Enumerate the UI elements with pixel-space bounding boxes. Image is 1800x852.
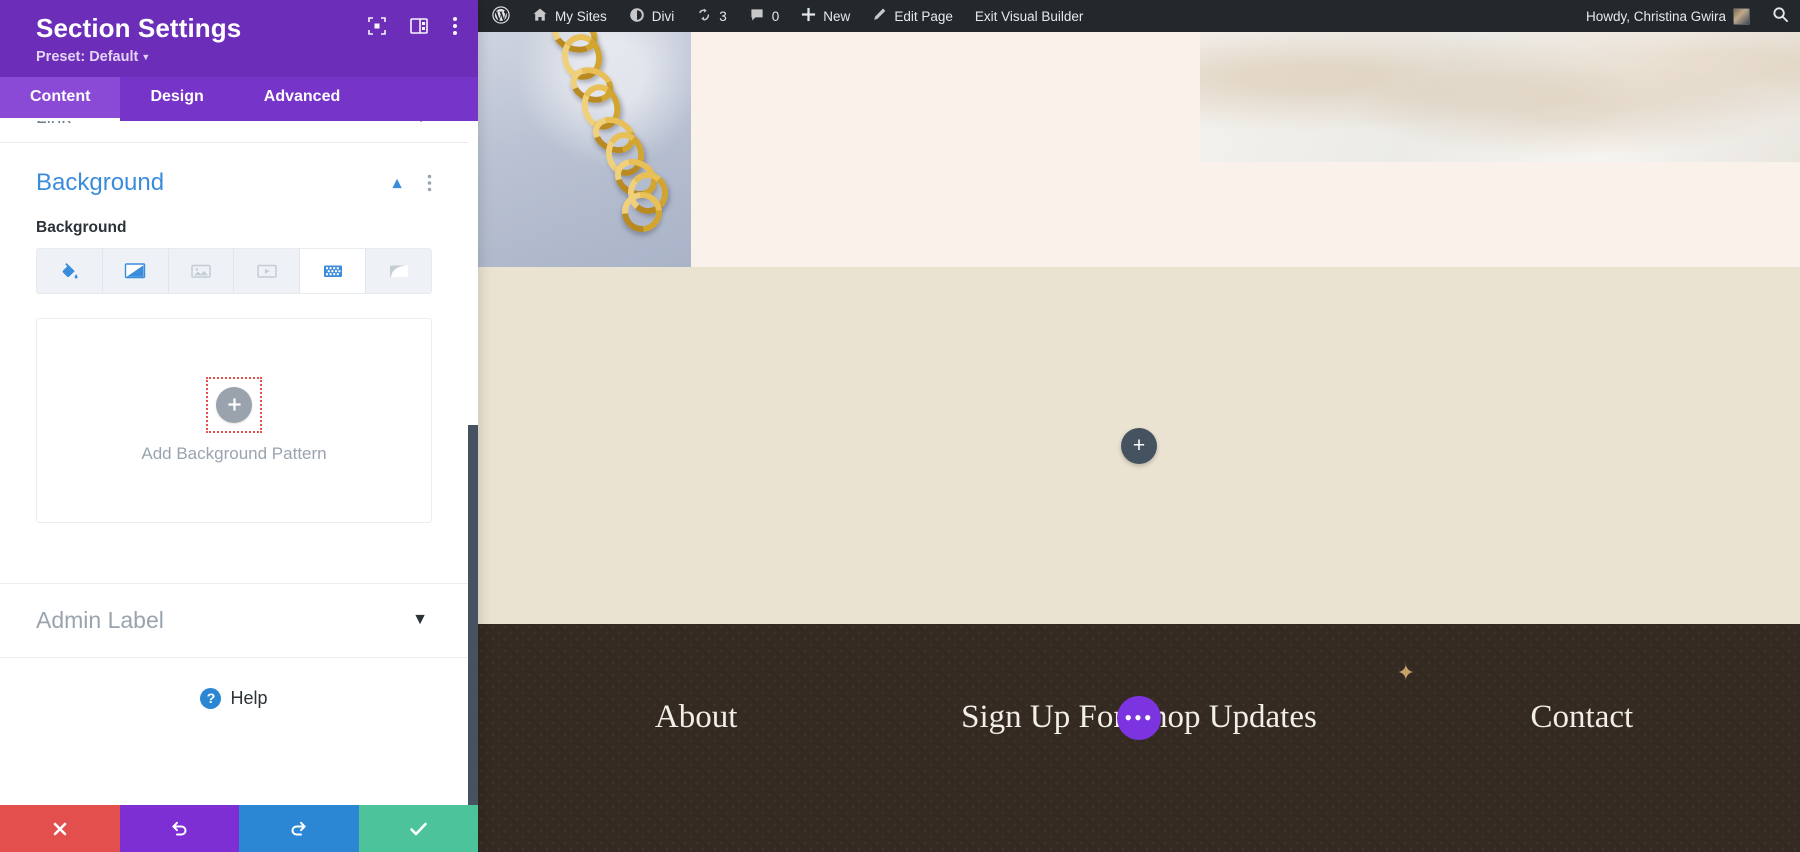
adminbar-updates-count: 3 — [719, 9, 727, 24]
module-settings-dots-button[interactable]: ••• — [1117, 696, 1161, 740]
footer-link-contact[interactable]: Contact — [1364, 699, 1800, 736]
page-preview-canvas: + ✦ About Sign Up For Shop Updates ••• C… — [478, 32, 1800, 852]
save-button[interactable] — [359, 805, 479, 852]
panel-scroll-area: Link ▼ Background ▼ Background — [0, 121, 468, 805]
background-video-icon-button[interactable] — [234, 249, 300, 293]
cancel-button[interactable] — [0, 805, 120, 852]
adminbar-account[interactable]: Howdy, Christina Gwira — [1575, 0, 1761, 32]
help-label: Help — [230, 688, 267, 709]
product-chain-image — [478, 32, 691, 267]
pencil-icon — [872, 7, 887, 25]
avatar — [1733, 8, 1750, 25]
adminbar-my-sites-label: My Sites — [555, 9, 607, 24]
panel-footer-actions — [0, 805, 478, 852]
background-pattern-icon-button[interactable] — [300, 249, 366, 293]
section-link-label: Link — [36, 121, 71, 129]
panel-body: Link ▼ Background ▼ Background — [0, 121, 478, 805]
help-icon: ? — [200, 688, 221, 709]
sparkle-icon: ✦ — [1397, 660, 1415, 686]
empty-section-row: + — [478, 267, 1800, 624]
adminbar-divi-label: Divi — [652, 9, 675, 24]
adminbar-edit-page-label: Edit Page — [894, 9, 953, 24]
redo-button[interactable] — [239, 805, 359, 852]
preset-label: Preset: Default — [36, 49, 138, 65]
wordpress-logo-icon — [492, 6, 510, 27]
undo-button[interactable] — [120, 805, 240, 852]
section-background-title: Background — [36, 169, 389, 197]
add-background-pattern-button[interactable] — [216, 387, 252, 423]
hero-row — [478, 32, 1800, 267]
panel-header-icons — [368, 16, 458, 41]
updates-icon — [696, 7, 712, 26]
section-link-collapsed[interactable]: Link ▼ — [0, 121, 468, 143]
divi-visual-builder-screen: Section Settings Preset: Default▼ — [0, 0, 1800, 852]
panel-scrollbar[interactable] — [468, 303, 478, 805]
footer-link-about[interactable]: About — [478, 699, 914, 736]
marble-texture-image — [1200, 32, 1800, 162]
adminbar-updates[interactable]: 3 — [685, 0, 738, 32]
tab-content[interactable]: Content — [0, 77, 120, 121]
wordpress-admin-bar: My Sites Divi 3 — [478, 0, 1800, 32]
adminbar-new[interactable]: New — [790, 0, 861, 32]
more-vertical-icon[interactable] — [427, 174, 432, 192]
site-footer-section: ✦ About Sign Up For Shop Updates ••• Con… — [478, 624, 1800, 852]
section-background-header[interactable]: Background ▼ — [0, 143, 468, 197]
section-admin-label[interactable]: Admin Label ▼ — [0, 583, 468, 658]
help-row[interactable]: ? Help — [0, 658, 468, 709]
adminbar-edit-page[interactable]: Edit Page — [861, 0, 964, 32]
footer-link-signup[interactable]: Sign Up For Shop Updates ••• — [914, 699, 1363, 736]
add-row-button[interactable]: + — [1121, 428, 1157, 464]
preset-selector[interactable]: Preset: Default▼ — [36, 49, 458, 65]
background-color-icon-button[interactable] — [37, 249, 103, 293]
add-background-pattern-box: Add Background Pattern — [36, 318, 432, 523]
section-settings-panel: Section Settings Preset: Default▼ — [0, 0, 478, 852]
adminbar-new-label: New — [823, 9, 850, 24]
background-gradient-icon-button[interactable] — [103, 249, 169, 293]
adminbar-comments-count: 0 — [772, 9, 780, 24]
adminbar-howdy-label: Howdy, Christina Gwira — [1586, 9, 1726, 24]
chevron-down-icon: ▼ — [141, 52, 150, 62]
add-pattern-selection-outline — [206, 377, 262, 433]
chevron-up-icon[interactable]: ▼ — [389, 174, 405, 192]
background-type-toggle-group — [36, 248, 432, 294]
chevron-down-icon: ▼ — [412, 611, 428, 629]
more-vertical-icon[interactable] — [452, 16, 458, 41]
background-image-icon-button[interactable] — [169, 249, 235, 293]
tab-design[interactable]: Design — [120, 77, 233, 121]
focus-icon[interactable] — [368, 17, 386, 40]
background-mask-icon-button[interactable] — [366, 249, 431, 293]
adminbar-divi[interactable]: Divi — [618, 0, 686, 32]
panel-header: Section Settings Preset: Default▼ — [0, 0, 478, 77]
adminbar-comments[interactable]: 0 — [738, 0, 791, 32]
adminbar-wordpress-logo[interactable] — [478, 0, 521, 32]
adminbar-search[interactable] — [1761, 0, 1800, 32]
comments-icon — [749, 7, 765, 26]
panel-tabs: Content Design Advanced — [0, 77, 478, 121]
my-sites-icon — [532, 7, 548, 26]
background-field-label: Background — [0, 197, 468, 237]
adminbar-my-sites[interactable]: My Sites — [521, 0, 618, 32]
adminbar-exit-visual-builder[interactable]: Exit Visual Builder — [964, 0, 1095, 32]
add-background-pattern-label: Add Background Pattern — [141, 444, 326, 464]
tab-advanced[interactable]: Advanced — [234, 77, 370, 121]
admin-label-title: Admin Label — [36, 607, 412, 634]
plus-icon — [801, 7, 816, 25]
search-icon — [1772, 6, 1789, 26]
layout-icon[interactable] — [410, 17, 428, 40]
footer-navigation: About Sign Up For Shop Updates ••• Conta… — [478, 699, 1800, 736]
panel-scrollbar-thumb[interactable] — [468, 425, 478, 805]
chevron-down-icon: ▼ — [414, 121, 428, 125]
divi-icon — [629, 7, 645, 26]
